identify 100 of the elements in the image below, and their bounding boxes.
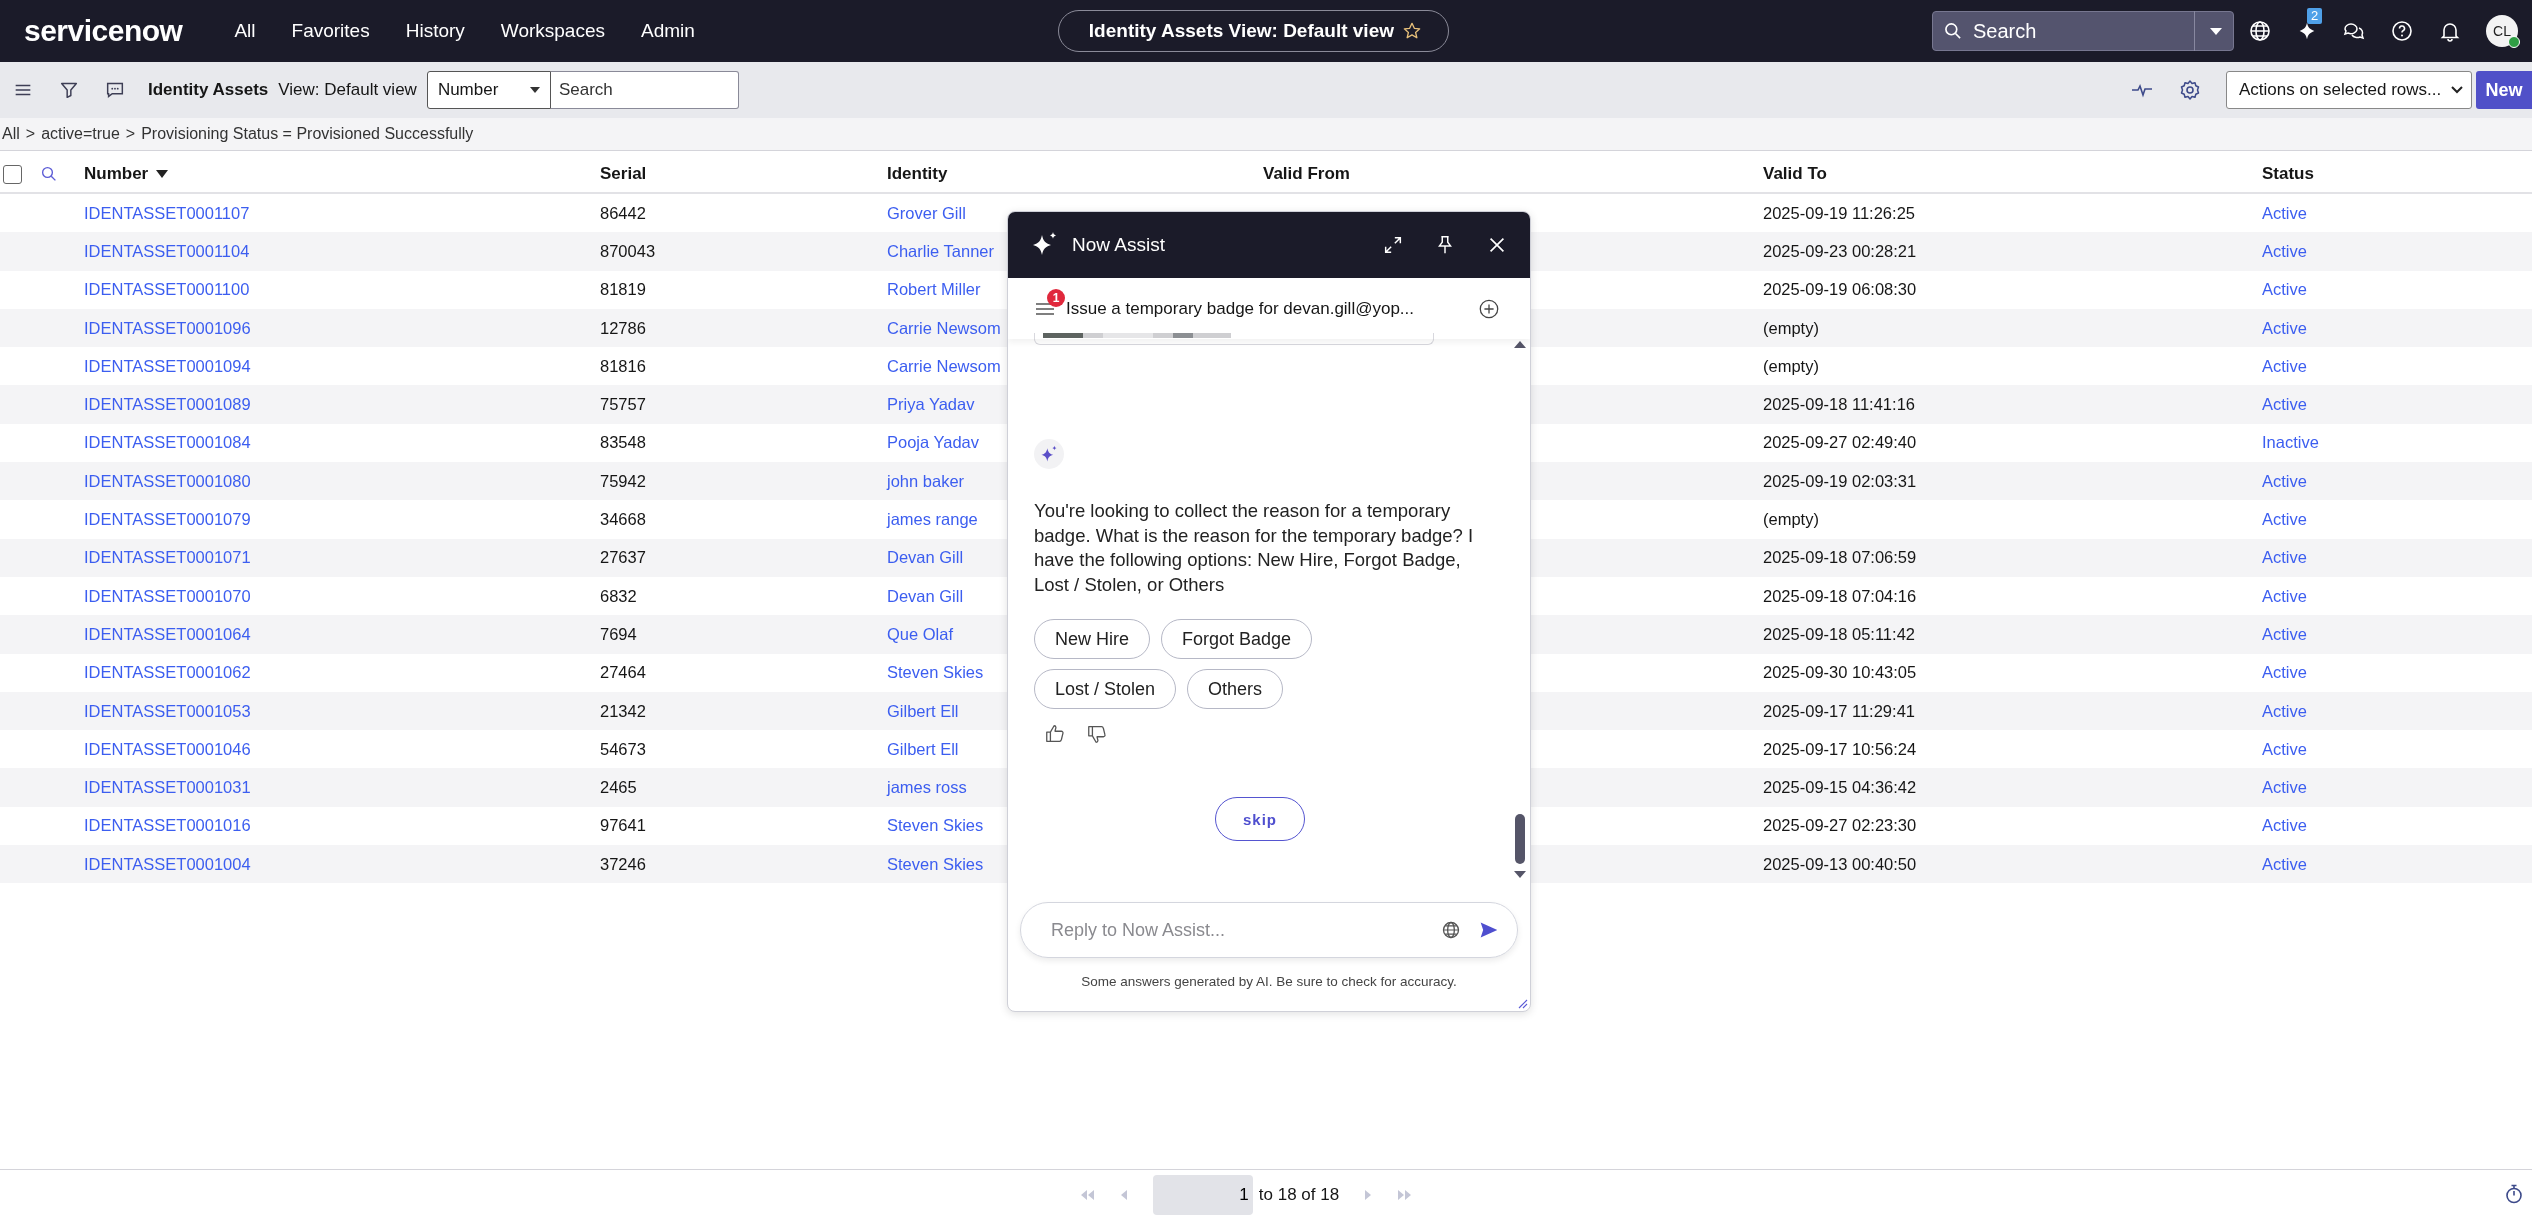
column-header[interactable]: Number — [84, 164, 149, 184]
globe-icon[interactable] — [2248, 19, 2272, 43]
identity-link[interactable]: Devan Gill — [887, 548, 964, 568]
status-link[interactable]: Active — [2262, 395, 2307, 415]
identity-link[interactable]: Carrie Newsom — [887, 318, 1001, 338]
expand-icon[interactable] — [1382, 234, 1404, 256]
status-link[interactable]: Inactive — [2262, 433, 2319, 453]
column-header[interactable]: Identity — [887, 164, 948, 184]
record-link[interactable]: IDENTASSET0001053 — [84, 701, 251, 721]
option-chip[interactable]: Others — [1187, 669, 1284, 709]
option-chip[interactable]: Forgot Badge — [1161, 619, 1313, 659]
column-header[interactable]: Serial — [600, 164, 647, 184]
actions-select[interactable]: Actions on selected rows... — [2226, 71, 2472, 109]
status-link[interactable]: Active — [2262, 739, 2307, 759]
status-link[interactable]: Active — [2262, 816, 2307, 836]
record-link[interactable]: IDENTASSET0001031 — [84, 778, 251, 798]
stopwatch-icon[interactable] — [2504, 1183, 2524, 1205]
scrollbar-thumb[interactable] — [1515, 814, 1525, 864]
resize-handle[interactable] — [1516, 997, 1528, 1009]
status-link[interactable]: Active — [2262, 663, 2307, 683]
status-link[interactable]: Active — [2262, 778, 2307, 798]
breadcrumb-link[interactable]: active=true — [41, 125, 120, 143]
logo[interactable]: servicenow — [24, 14, 183, 48]
record-link[interactable]: IDENTASSET0001100 — [84, 280, 250, 300]
record-link[interactable]: IDENTASSET0001064 — [84, 624, 251, 644]
thumbs-up-icon[interactable] — [1044, 723, 1066, 745]
status-link[interactable]: Active — [2262, 318, 2307, 338]
globe-icon[interactable] — [1441, 920, 1461, 940]
status-link[interactable]: Active — [2262, 586, 2307, 606]
record-link[interactable]: IDENTASSET0001004 — [84, 854, 251, 874]
nav-item[interactable]: All — [234, 20, 256, 42]
record-link[interactable]: IDENTASSET0001070 — [84, 586, 251, 606]
search-input[interactable]: Search — [1971, 18, 2180, 44]
identity-link[interactable]: Steven Skies — [887, 854, 984, 874]
record-link[interactable]: IDENTASSET0001080 — [84, 471, 251, 491]
record-link[interactable]: IDENTASSET0001046 — [84, 739, 251, 759]
identity-link[interactable]: Carrie Newsom — [887, 356, 1001, 376]
scroll-up-icon[interactable] — [1513, 339, 1527, 349]
search-field[interactable]: Search — [550, 71, 739, 109]
column-header[interactable]: Status — [2262, 164, 2314, 184]
add-icon[interactable] — [1478, 297, 1500, 320]
thumbs-down-icon[interactable] — [1086, 723, 1108, 745]
status-link[interactable]: Active — [2262, 356, 2307, 376]
identity-link[interactable]: Charlie Tanner — [887, 241, 994, 261]
record-link[interactable]: IDENTASSET0001107 — [84, 203, 250, 223]
status-link[interactable]: Active — [2262, 280, 2307, 300]
nav-item[interactable]: History — [405, 20, 465, 42]
identity-link[interactable]: Gilbert Ell — [887, 701, 959, 721]
nav-item[interactable]: Favorites — [291, 20, 370, 42]
record-link[interactable]: IDENTASSET0001084 — [84, 433, 251, 453]
breadcrumb-link[interactable]: All — [2, 125, 20, 143]
status-link[interactable]: Active — [2262, 624, 2307, 644]
settings-icon[interactable] — [2178, 78, 2202, 102]
status-link[interactable]: Active — [2262, 548, 2307, 568]
status-link[interactable]: Active — [2262, 203, 2307, 223]
record-link[interactable]: IDENTASSET0001079 — [84, 510, 251, 529]
nav-item[interactable]: Workspaces — [500, 20, 605, 42]
identity-link[interactable]: Que Olaf — [887, 624, 954, 644]
skip-button[interactable]: skip — [1215, 797, 1305, 841]
global-search-field[interactable]: Search — [1932, 11, 2234, 51]
identity-link[interactable]: Devan Gill — [887, 586, 964, 606]
identity-link[interactable]: john baker — [887, 471, 965, 491]
identity-link[interactable]: Steven Skies — [887, 816, 984, 836]
identity-link[interactable]: Grover Gill — [887, 203, 966, 223]
user-avatar[interactable]: CL — [2486, 15, 2518, 47]
select-all-checkbox[interactable] — [3, 164, 22, 184]
identity-link[interactable]: Priya Yadav — [887, 395, 975, 415]
record-link[interactable]: IDENTASSET0001071 — [84, 548, 251, 568]
search-icon[interactable] — [40, 165, 58, 183]
record-link[interactable]: IDENTASSET0001094 — [84, 356, 251, 376]
option-chip[interactable]: Lost / Stolen — [1034, 669, 1177, 709]
scroll-down-icon[interactable] — [1513, 870, 1527, 880]
status-link[interactable]: Active — [2262, 510, 2307, 529]
record-link[interactable]: IDENTASSET0001096 — [84, 318, 251, 338]
record-link[interactable]: IDENTASSET0001062 — [84, 663, 251, 683]
sort-caret-icon[interactable] — [156, 170, 169, 178]
identity-link[interactable]: Gilbert Ell — [887, 739, 959, 759]
identity-link[interactable]: Robert Miller — [887, 280, 981, 300]
new-button[interactable]: New — [2476, 71, 2532, 109]
identity-link[interactable]: james ross — [887, 778, 967, 798]
column-header[interactable]: Valid From — [1263, 164, 1350, 184]
status-link[interactable]: Active — [2262, 701, 2307, 721]
record-link[interactable]: IDENTASSET0001016 — [84, 816, 251, 836]
nav-item[interactable]: Admin — [641, 20, 695, 42]
status-link[interactable]: Active — [2262, 854, 2307, 874]
star-icon[interactable] — [1402, 21, 1422, 41]
caret-icon[interactable] — [2209, 26, 2223, 36]
status-link[interactable]: Active — [2262, 471, 2307, 491]
column-header[interactable]: Valid To — [1763, 164, 1827, 184]
status-link[interactable]: Active — [2262, 241, 2307, 261]
record-link[interactable]: IDENTASSET0001104 — [84, 241, 250, 261]
identity-link[interactable]: Pooja Yadav — [887, 433, 980, 453]
breadcrumb-link[interactable]: Provisioning Status = Provisioned Successfully — [141, 125, 474, 143]
page-field[interactable]: 1 — [1152, 1175, 1253, 1215]
record-link[interactable]: IDENTASSET0001089 — [84, 395, 251, 415]
field-select[interactable]: Number — [426, 71, 551, 109]
identity-link[interactable]: Steven Skies — [887, 663, 984, 683]
identity-link[interactable]: james range — [887, 510, 978, 529]
help-icon[interactable] — [2390, 19, 2414, 43]
option-chip[interactable]: New Hire — [1034, 619, 1150, 659]
